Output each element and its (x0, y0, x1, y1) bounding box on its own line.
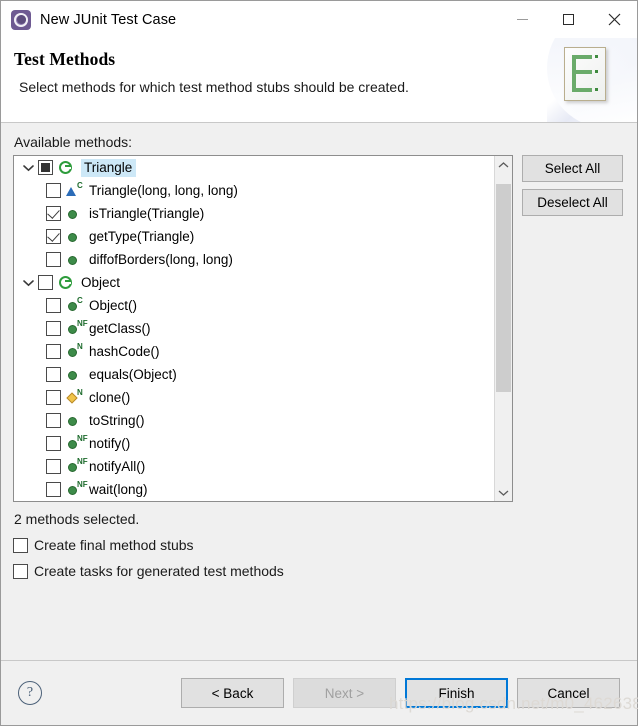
create-final-method-stubs-label: Create final method stubs (34, 537, 194, 553)
tree-row-label: clone() (89, 390, 130, 406)
public-triangle-icon: C (66, 183, 86, 199)
tree-row-label: notify() (89, 436, 130, 452)
method-dot-icon: NF (66, 482, 86, 498)
method-dot-icon: NF (66, 321, 86, 337)
method-dot-icon: N (66, 344, 86, 360)
tree-row[interactable]: Object (14, 271, 495, 294)
tree-row-label: Triangle(long, long, long) (89, 183, 238, 199)
method-dot-icon: C (66, 298, 86, 314)
create-final-method-stubs-option[interactable]: Create final method stubs (13, 537, 625, 553)
tree-row-label: getClass() (89, 321, 151, 337)
tree-row-label: wait(long) (89, 482, 148, 498)
tree-row-checkbox[interactable] (38, 160, 53, 175)
next-button: Next > (293, 678, 396, 708)
maximize-button[interactable] (545, 1, 591, 38)
methods-tree[interactable]: TriangleCTriangle(long, long, long)isTri… (13, 155, 513, 502)
junit-banner-icon (547, 38, 637, 122)
methods-tree-rows: TriangleCTriangle(long, long, long)isTri… (14, 156, 495, 501)
tree-row-checkbox[interactable] (46, 206, 61, 221)
select-all-button[interactable]: Select All (522, 155, 623, 182)
method-dot-icon (66, 367, 86, 383)
available-methods-label: Available methods: (14, 134, 625, 150)
method-dot-icon (66, 252, 86, 268)
tree-row[interactable]: equals(Object) (14, 363, 495, 386)
create-final-method-stubs-checkbox[interactable] (13, 538, 28, 553)
window-title: New JUnit Test Case (40, 12, 176, 28)
tree-row[interactable]: NhashCode() (14, 340, 495, 363)
tree-row[interactable]: diffofBorders(long, long) (14, 248, 495, 271)
create-tasks-option[interactable]: Create tasks for generated test methods (13, 563, 625, 579)
page-subtitle: Select methods for which test method stu… (1, 70, 637, 95)
tree-row[interactable]: CObject() (14, 294, 495, 317)
tree-row-checkbox[interactable] (46, 459, 61, 474)
tree-row-label: hashCode() (89, 344, 160, 360)
deselect-all-button[interactable]: Deselect All (522, 189, 623, 216)
method-dot-icon (66, 413, 86, 429)
method-dot-icon: NF (66, 459, 86, 475)
tree-row-checkbox[interactable] (46, 252, 61, 267)
title-bar: New JUnit Test Case (1, 1, 637, 38)
junit-test-case-dialog: New JUnit Test Case Test Methods Select … (0, 0, 638, 726)
junit-wizard-icon (11, 10, 31, 30)
tree-vertical-scrollbar[interactable] (494, 156, 512, 501)
tree-row-label: Triangle (81, 159, 136, 177)
tree-row[interactable]: getType(Triangle) (14, 225, 495, 248)
tree-row[interactable]: Nclone() (14, 386, 495, 409)
tree-row[interactable]: isTriangle(Triangle) (14, 202, 495, 225)
tree-row[interactable]: NFwait(long) (14, 478, 495, 501)
class-icon (58, 275, 76, 291)
tree-row-label: Object() (89, 298, 137, 314)
tree-row-label: equals(Object) (89, 367, 177, 383)
tree-row-checkbox[interactable] (46, 229, 61, 244)
tree-row-checkbox[interactable] (46, 321, 61, 336)
tree-row[interactable]: NFgetClass() (14, 317, 495, 340)
finish-button[interactable]: Finish (405, 678, 508, 708)
selected-count-status: 2 methods selected. (14, 511, 625, 527)
create-tasks-checkbox[interactable] (13, 564, 28, 579)
wizard-footer: ? < Back Next > Finish Cancel (1, 660, 637, 725)
method-dot-icon (66, 206, 86, 222)
method-dot-icon: NF (66, 436, 86, 452)
tree-row-label: getType(Triangle) (89, 229, 194, 245)
tree-row-label: diffofBorders(long, long) (89, 252, 233, 268)
class-icon (58, 160, 76, 176)
cancel-button[interactable]: Cancel (517, 678, 620, 708)
tree-row-checkbox[interactable] (46, 344, 61, 359)
method-dot-icon (66, 229, 86, 245)
tree-row-label: isTriangle(Triangle) (89, 206, 204, 222)
tree-row-checkbox[interactable] (46, 413, 61, 428)
tree-row-checkbox[interactable] (46, 436, 61, 451)
tree-side-buttons: Select All Deselect All (522, 155, 623, 216)
tree-row[interactable]: NFnotify() (14, 432, 495, 455)
back-button[interactable]: < Back (181, 678, 284, 708)
tree-row[interactable]: toString() (14, 409, 495, 432)
tree-row-checkbox[interactable] (46, 183, 61, 198)
tree-row-checkbox[interactable] (46, 482, 61, 497)
tree-row-checkbox[interactable] (38, 275, 53, 290)
close-icon[interactable] (591, 1, 637, 38)
minimize-button[interactable] (499, 1, 545, 38)
tree-row-checkbox[interactable] (46, 298, 61, 313)
footer-buttons: < Back Next > Finish Cancel (181, 678, 629, 708)
tree-row-label: Object (81, 275, 120, 291)
tree-row[interactable]: Triangle (14, 156, 495, 179)
page-title: Test Methods (1, 38, 637, 70)
tree-row-checkbox[interactable] (46, 367, 61, 382)
tree-row[interactable]: NFnotifyAll() (14, 455, 495, 478)
chevron-down-icon[interactable] (18, 156, 38, 179)
chevron-down-icon[interactable] (18, 271, 38, 294)
scroll-down-icon[interactable] (495, 484, 512, 501)
tree-row[interactable]: CTriangle(long, long, long) (14, 179, 495, 202)
tree-row-checkbox[interactable] (46, 390, 61, 405)
tree-row-label: notifyAll() (89, 459, 145, 475)
wizard-header: Test Methods Select methods for which te… (1, 38, 637, 123)
window-controls (499, 1, 637, 38)
create-tasks-label: Create tasks for generated test methods (34, 563, 284, 579)
scrollbar-thumb[interactable] (496, 184, 511, 392)
tree-row-label: toString() (89, 413, 145, 429)
help-icon[interactable]: ? (18, 681, 42, 705)
scroll-up-icon[interactable] (495, 156, 512, 173)
protected-method-icon: N (66, 390, 86, 406)
wizard-body: Available methods: TriangleCTriangle(lon… (1, 123, 637, 660)
